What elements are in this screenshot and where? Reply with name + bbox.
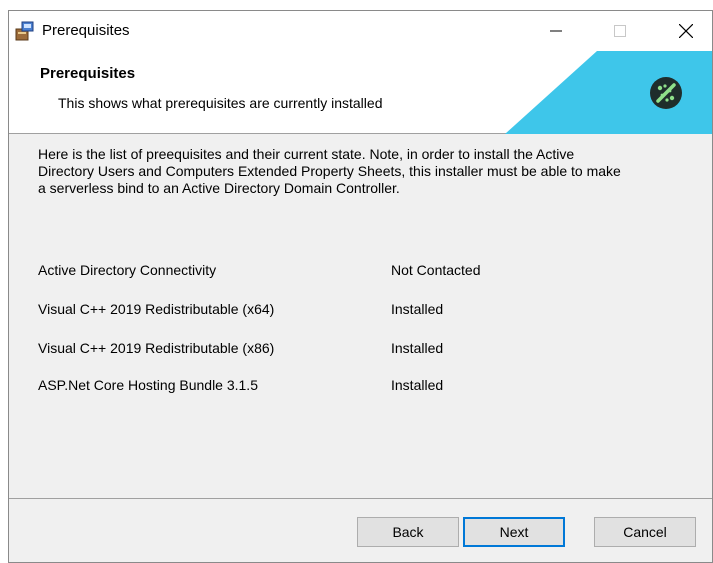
footer-divider xyxy=(9,498,712,499)
title-bar[interactable]: Prerequisites xyxy=(9,11,712,51)
installer-window: Prerequisites Prerequisites This shows w… xyxy=(8,10,713,563)
close-icon xyxy=(679,24,693,38)
next-button[interactable]: Next xyxy=(463,517,565,547)
prerequisite-name: Active Directory Connectivity xyxy=(38,262,217,278)
close-button[interactable] xyxy=(663,11,709,51)
prerequisite-name: Visual C++ 2019 Redistributable (x86) xyxy=(38,340,275,356)
installer-package-icon xyxy=(15,21,35,41)
prerequisite-name: ASP.Net Core Hosting Bundle 3.1.5 xyxy=(38,377,258,393)
cancel-button[interactable]: Cancel xyxy=(594,517,696,547)
maximize-icon xyxy=(614,25,626,37)
prerequisite-status: Installed xyxy=(391,377,444,393)
minimize-icon xyxy=(550,30,562,32)
page-title: Prerequisites xyxy=(40,65,136,82)
product-logo-icon xyxy=(650,77,682,109)
prerequisite-name: Visual C++ 2019 Redistributable (x64) xyxy=(38,301,275,317)
intro-text: Here is the list of preequisites and the… xyxy=(38,146,621,196)
maximize-button[interactable] xyxy=(597,11,643,51)
window-title: Prerequisites xyxy=(42,22,130,39)
page-subtitle: This shows what prerequisites are curren… xyxy=(58,95,383,111)
prerequisite-status: Not Contacted xyxy=(391,262,481,278)
header-banner: Prerequisites This shows what prerequisi… xyxy=(9,51,712,134)
banner-art xyxy=(505,51,712,134)
minimize-button[interactable] xyxy=(533,11,579,51)
prerequisite-status: Installed xyxy=(391,340,444,356)
prerequisite-status: Installed xyxy=(391,301,444,317)
back-button[interactable]: Back xyxy=(357,517,459,547)
